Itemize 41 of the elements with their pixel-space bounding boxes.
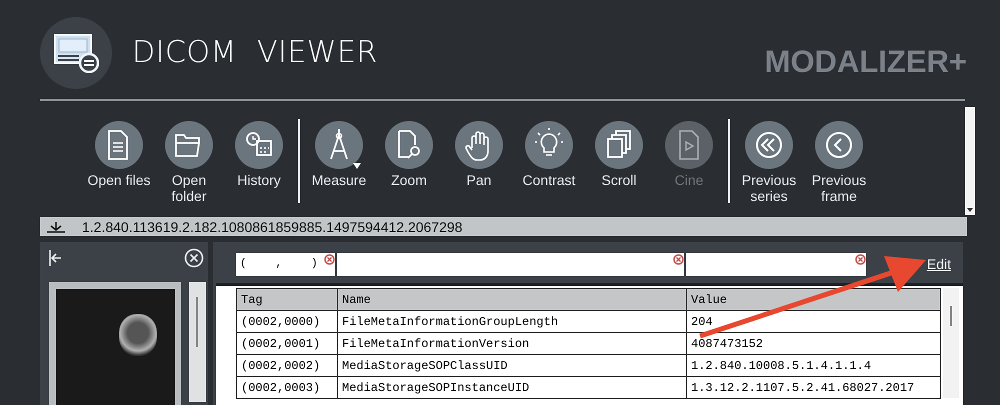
scrollbar[interactable]: [965, 107, 975, 215]
filter-field[interactable]: [337, 252, 684, 276]
column-header[interactable]: Value: [686, 288, 940, 310]
table-cell: (0002,0002): [236, 354, 338, 376]
edit-link[interactable]: Edit: [926, 256, 951, 272]
scrollbar[interactable]: [189, 282, 206, 402]
table-cell: (0002,0000): [236, 310, 338, 332]
series-uid: 1.2.840.113619.2.182.1080861859885.1497594412.2067298: [82, 218, 462, 234]
table-cell: FileMetaInformationVersion: [338, 332, 686, 354]
table-cell: 204: [686, 310, 940, 332]
close-icon[interactable]: [184, 248, 204, 268]
scrollbar[interactable]: [943, 288, 959, 398]
toolbar-button[interactable]: Measure: [304, 121, 374, 188]
toolbar-button[interactable]: Previous frame: [804, 121, 874, 204]
toolbar-button[interactable]: Open folder: [154, 121, 224, 204]
table-cell: 4087473152: [686, 332, 940, 354]
toolbar-button[interactable]: History: [224, 121, 294, 188]
table-cell: FileMetaInformationGroupLength: [338, 310, 686, 332]
table-cell: 1.3.12.2.1107.5.2.41.68027.2017: [686, 376, 940, 398]
app-title: DICOM VIEWER: [132, 35, 378, 70]
clear-icon[interactable]: [855, 254, 866, 264]
table-cell: (0002,0003): [236, 376, 338, 398]
toolbar-button[interactable]: Zoom: [374, 121, 444, 188]
clear-icon[interactable]: [324, 254, 335, 264]
toolbar-button[interactable]: Open files: [84, 121, 154, 188]
column-header[interactable]: Name: [338, 288, 686, 310]
table-cell: MediaStorageSOPClassUID: [338, 354, 686, 376]
table-cell: 1.2.840.10008.5.1.4.1.1.4: [686, 354, 940, 376]
filter-field[interactable]: [686, 252, 866, 276]
toolbar-button[interactable]: Contrast: [514, 121, 584, 188]
brand-name: MODALIZER+: [764, 44, 967, 80]
collapse-icon[interactable]: [48, 249, 62, 267]
clear-icon[interactable]: [673, 254, 684, 264]
toolbar-button[interactable]: Scroll: [584, 121, 654, 188]
toolbar-button[interactable]: Previous series: [734, 121, 804, 204]
table-cell: MediaStorageSOPInstanceUID: [338, 376, 686, 398]
column-header[interactable]: Tag: [236, 288, 338, 310]
table-cell: (0002,0001): [236, 332, 338, 354]
download-icon[interactable]: [46, 220, 66, 232]
filter-field[interactable]: ( , ): [236, 252, 335, 276]
toolbar-button[interactable]: Pan: [444, 121, 514, 188]
